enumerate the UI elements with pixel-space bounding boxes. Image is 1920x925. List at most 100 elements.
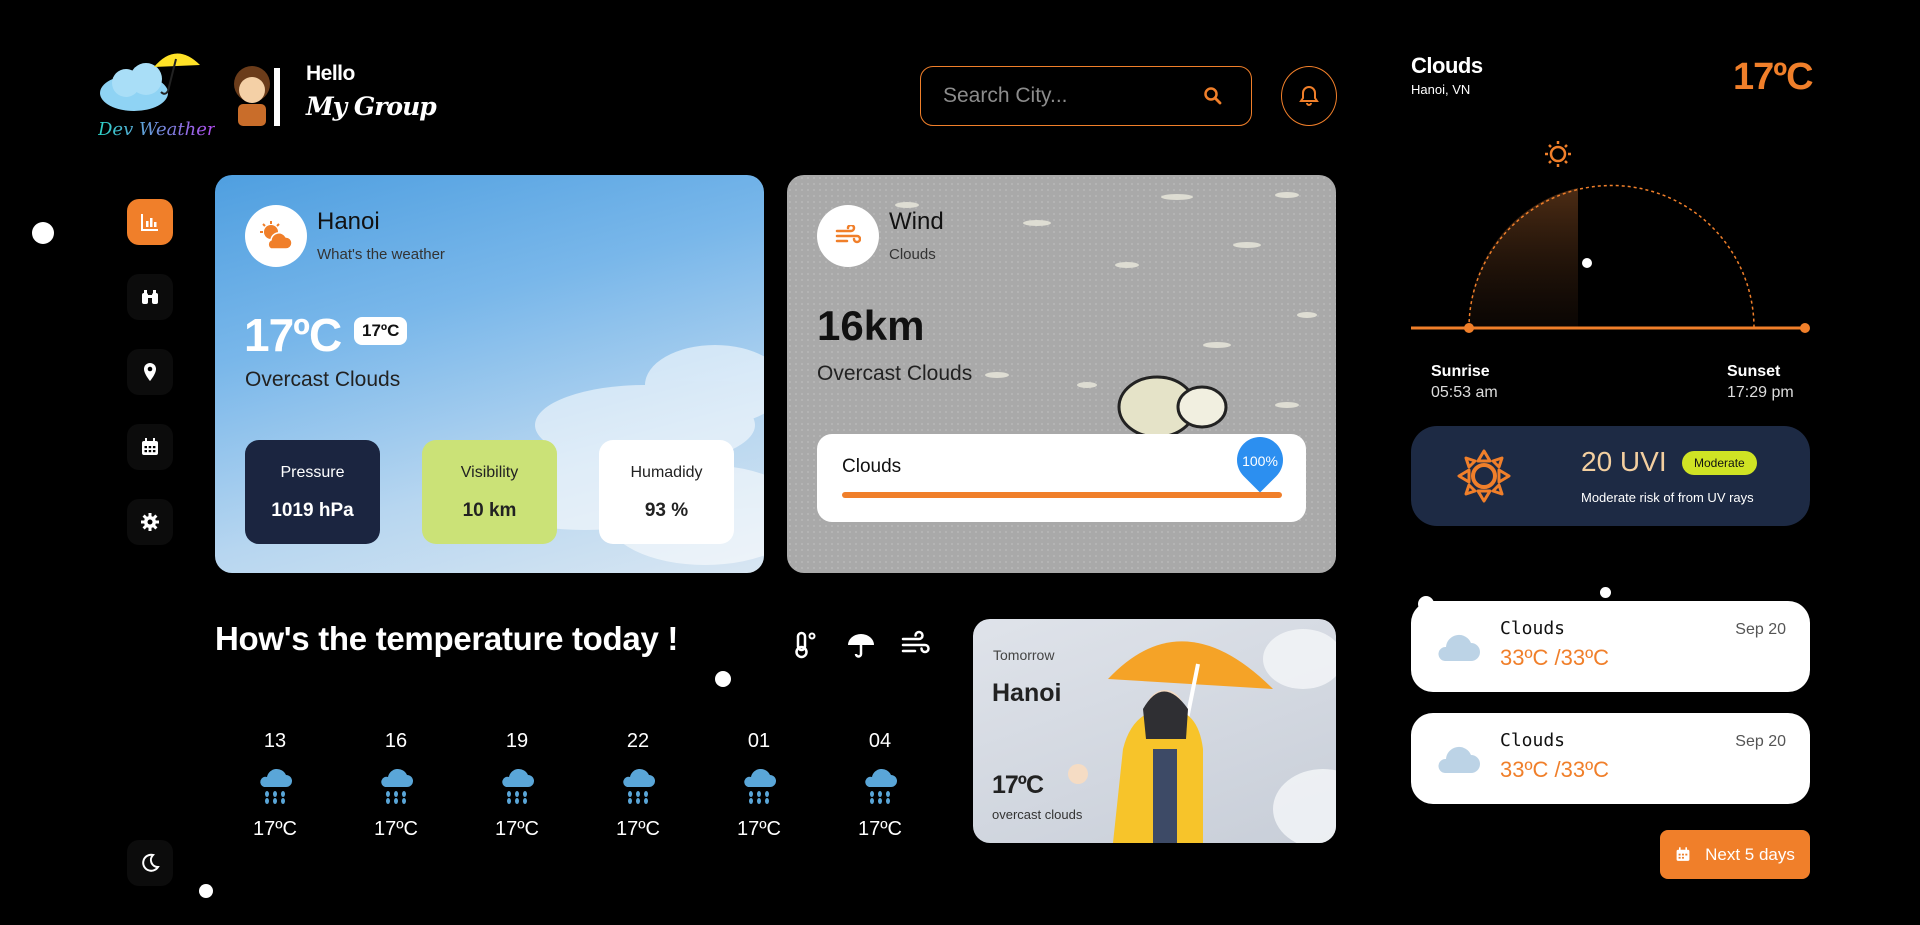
notifications-button[interactable]	[1281, 66, 1337, 126]
forecast-card[interactable]: Clouds 33ºC /33ºC Sep 20	[1411, 601, 1810, 692]
hour-temp: 17ºC	[737, 818, 781, 840]
sun-icon	[1545, 141, 1571, 167]
sidebar-item-location[interactable]	[127, 349, 173, 395]
sunset-time: 17:29 pm	[1727, 384, 1794, 401]
pressure-stat: Pressure 1019 hPa	[245, 440, 380, 544]
stat-value: 10 km	[462, 500, 517, 521]
hourly-item[interactable]: 13 17ºC	[245, 730, 305, 841]
gear-icon	[141, 513, 159, 531]
tomorrow-description: overcast clouds	[992, 807, 1083, 822]
rain-icon	[381, 768, 413, 804]
current-location: Hanoi, VN	[1411, 82, 1471, 97]
forecast-temp: 33ºC /33ºC	[1500, 645, 1610, 670]
cloud-icon	[1438, 634, 1480, 661]
current-temp: 17ºC	[244, 309, 342, 361]
hourly-item[interactable]: 22 17ºC	[608, 730, 668, 841]
cloud-umbrella-icon	[100, 53, 200, 111]
visibility-stat: Visibility 10 km	[422, 440, 557, 544]
sunrise-label: Sunrise	[1431, 363, 1490, 380]
wind-icon	[835, 225, 861, 244]
hour-temp: 17ºC	[495, 818, 539, 840]
sidebar-item-explore[interactable]	[127, 274, 173, 320]
rain-icon	[623, 768, 655, 804]
wind-title: Wind	[889, 208, 944, 235]
uv-value: 20 UVI	[1581, 446, 1667, 477]
stat-label: Humadidy	[630, 464, 703, 481]
sidebar-item-dashboard[interactable]	[127, 199, 173, 245]
wind-icon-wrapper	[817, 205, 879, 267]
current-temp-large: 17ºC	[1733, 56, 1814, 98]
wind-speed: 16km	[817, 302, 925, 349]
weather-icon	[245, 205, 307, 267]
hour-temp: 17ºC	[374, 818, 418, 840]
temp-chip: 17ºC	[354, 317, 408, 345]
next-5-days-button[interactable]: Next 5 days	[1660, 830, 1810, 879]
rain-icon	[260, 768, 292, 804]
sunset-label: Sunset	[1727, 363, 1781, 380]
map-pin-icon	[144, 363, 156, 381]
hour-temp: 17ºC	[616, 818, 660, 840]
sidebar-item-calendar[interactable]	[127, 424, 173, 470]
uv-level-badge: Moderate	[1682, 451, 1757, 475]
search-box[interactable]	[920, 66, 1252, 126]
wind-icon[interactable]	[901, 630, 931, 660]
sidebar-item-settings[interactable]	[127, 499, 173, 545]
moon-icon	[142, 853, 160, 872]
hourly-item[interactable]: 19 17ºC	[487, 730, 547, 841]
cloud-bar-label: Clouds	[842, 456, 902, 477]
current-condition: Clouds	[1411, 53, 1483, 78]
current-weather-card: Hanoi What's the weather 17ºC 17ºC Overc…	[215, 175, 764, 573]
sunrise-time: 05:53 am	[1431, 384, 1498, 401]
wind-card: Wind Clouds 16km Overcast Clouds Clouds …	[787, 175, 1336, 573]
cloud-cover-bar: Clouds 100%	[817, 427, 1306, 522]
bell-icon	[1299, 85, 1319, 106]
cloud-icon	[1438, 746, 1480, 773]
hour-temp: 17ºC	[858, 818, 902, 840]
hour-label: 19	[505, 730, 529, 752]
greeting-hello: Hello	[306, 62, 355, 85]
rain-icon	[744, 768, 776, 804]
forecast-temp: 33ºC /33ºC	[1500, 757, 1610, 782]
search-input[interactable]	[943, 83, 1193, 109]
calendar-icon	[1676, 847, 1690, 861]
chart-icon	[141, 214, 158, 231]
binoculars-icon	[142, 290, 158, 304]
snow-dot	[32, 222, 54, 244]
sun-icon	[1457, 449, 1511, 503]
snow-dot	[1600, 587, 1611, 598]
hour-label: 01	[747, 730, 771, 752]
forecast-card[interactable]: Clouds 33ºC /33ºC Sep 20	[1411, 713, 1810, 804]
sun-cloud-icon	[260, 221, 293, 250]
hourly-item[interactable]: 04 17ºC	[850, 730, 910, 841]
percent-label: 100%	[1242, 453, 1278, 469]
next-button-label: Next 5 days	[1705, 844, 1795, 864]
hourly-item[interactable]: 01 17ºC	[729, 730, 789, 841]
wind-subtitle: Clouds	[889, 246, 936, 263]
sun-path-graph	[1411, 141, 1810, 333]
thermometer-icon[interactable]	[790, 630, 820, 660]
card-subtitle: What's the weather	[317, 246, 445, 263]
search-icon[interactable]	[1203, 86, 1223, 106]
app-logo[interactable]: Dev Weather	[96, 45, 215, 150]
forecast-condition: Clouds	[1500, 618, 1566, 639]
hour-temp: 17ºC	[253, 818, 297, 840]
dark-mode-toggle[interactable]	[127, 840, 173, 886]
tomorrow-temp: 17ºC	[992, 771, 1044, 799]
tomorrow-card[interactable]: Tomorrow Hanoi 17ºC overcast clouds	[973, 619, 1336, 843]
forecast-date: Sep 20	[1735, 733, 1786, 750]
tomorrow-city: Hanoi	[992, 679, 1062, 707]
weather-description: Overcast Clouds	[245, 368, 401, 391]
wind-description: Overcast Clouds	[817, 362, 973, 385]
umbrella-icon[interactable]	[846, 630, 876, 660]
stat-label: Pressure	[280, 464, 345, 481]
rain-icon	[502, 768, 534, 804]
rain-icon	[865, 768, 897, 804]
stat-value: 1019 hPa	[271, 500, 354, 521]
hour-label: 04	[868, 730, 892, 752]
avatar[interactable]	[224, 62, 296, 128]
tomorrow-label: Tomorrow	[993, 647, 1055, 663]
hourly-item[interactable]: 16 17ºC	[366, 730, 426, 841]
cloud-progress	[842, 492, 1282, 498]
logo-text: Dev Weather	[98, 119, 216, 140]
humidity-stat: Humadidy 93 %	[599, 440, 734, 544]
